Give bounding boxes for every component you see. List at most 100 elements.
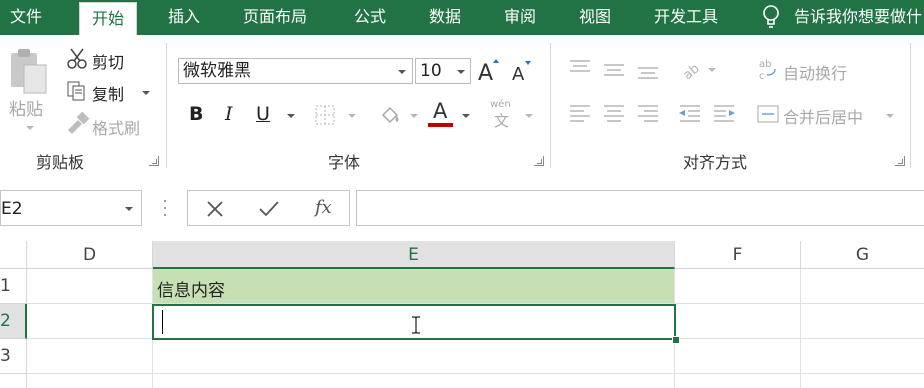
cell-e4[interactable]	[153, 374, 675, 388]
tab-formulas[interactable]: 公式	[354, 0, 386, 35]
tab-developer[interactable]: 开发工具	[654, 0, 718, 35]
column-header-f[interactable]: F	[675, 241, 801, 269]
cell-e1-text: 信息内容	[157, 281, 225, 301]
formula-bar-grip[interactable]	[164, 196, 167, 220]
font-dialog-launcher[interactable]	[534, 156, 544, 166]
svg-text:A: A	[478, 61, 493, 83]
paste-button[interactable]: 粘贴	[9, 95, 43, 120]
font-color-button[interactable]: A	[433, 99, 447, 123]
column-header-d[interactable]: D	[27, 241, 153, 269]
merge-center-button[interactable]: 合并后居中	[783, 104, 863, 128]
lightbulb-icon	[763, 5, 779, 28]
cell-g3[interactable]	[801, 339, 924, 374]
merge-dropdown-caret[interactable]	[886, 114, 894, 118]
wrap-text-button[interactable]: 自动换行	[783, 60, 847, 84]
clipboard-dialog-launcher[interactable]	[149, 156, 159, 166]
font-color-dropdown-caret[interactable]	[462, 114, 470, 118]
format-painter-button[interactable]: 格式刷	[92, 115, 140, 139]
tab-insert[interactable]: 插入	[168, 0, 200, 35]
cut-button[interactable]: 剪切	[92, 49, 124, 73]
column-header-g[interactable]: G	[801, 241, 924, 269]
chevron-down-icon	[457, 70, 465, 74]
cell-f2[interactable]	[675, 304, 801, 339]
italic-button[interactable]: I	[225, 103, 233, 125]
fill-handle[interactable]	[672, 336, 680, 344]
font-size-value: 10	[420, 61, 442, 81]
fill-color-icon[interactable]	[378, 103, 402, 127]
decrease-font-size-icon[interactable]: A	[510, 59, 534, 83]
increase-font-size-icon[interactable]: A	[476, 57, 500, 83]
svg-text:ab: ab	[681, 61, 702, 81]
borders-dropdown-caret[interactable]	[348, 114, 356, 118]
font-group-label: 字体	[328, 153, 361, 172]
worksheet-grid: D E F G 1 2 3 信息内容	[0, 241, 924, 388]
fill-color-dropdown-caret[interactable]	[410, 114, 418, 118]
tab-page-layout[interactable]: 页面布局	[243, 0, 307, 35]
enter-check-icon[interactable]	[258, 200, 280, 218]
cell-g2[interactable]	[801, 304, 924, 339]
i-beam-cursor-icon	[412, 316, 420, 334]
underline-dropdown-caret[interactable]	[287, 114, 295, 118]
cell-d4[interactable]	[27, 374, 153, 388]
font-size-combo[interactable]: 10	[415, 58, 471, 84]
font-color-bar	[428, 123, 453, 127]
clipboard-group-label: 剪贴板	[36, 153, 85, 172]
font-name-value: 微软雅黑	[183, 61, 251, 81]
name-box-value: E2	[1, 199, 23, 219]
svg-text:c: c	[759, 71, 765, 81]
tab-review[interactable]: 审阅	[504, 0, 536, 35]
tab-data[interactable]: 数据	[429, 0, 461, 35]
orientation-dropdown-caret[interactable]	[708, 68, 716, 72]
phonetic-dropdown-caret[interactable]	[525, 114, 533, 118]
cancel-icon[interactable]	[206, 200, 224, 218]
format-painter-icon	[68, 112, 90, 134]
name-box[interactable]: E2	[0, 190, 142, 226]
row-header-4[interactable]	[0, 374, 27, 388]
ribbon-tab-bar: 文件 开始 插入 页面布局 公式 数据 审阅 视图 开发工具 告诉我你想要做什	[0, 0, 924, 35]
row-header-3[interactable]: 3	[0, 339, 27, 374]
cell-e1[interactable]: 信息内容	[153, 269, 675, 304]
alignment-group-label: 对齐方式	[683, 153, 748, 172]
borders-icon[interactable]	[314, 104, 336, 126]
font-name-combo[interactable]: 微软雅黑	[178, 58, 413, 84]
phonetic-button[interactable]: 文	[494, 110, 509, 131]
svg-text:ab: ab	[759, 59, 771, 70]
row-header-2[interactable]: 2	[0, 304, 27, 339]
cell-d3[interactable]	[27, 339, 153, 374]
group-separator	[166, 43, 167, 168]
tell-me-search[interactable]: 告诉我你想要做什	[794, 0, 922, 35]
formula-input[interactable]	[356, 190, 924, 226]
chevron-down-icon	[125, 207, 133, 211]
cell-f1[interactable]	[675, 269, 801, 304]
scissors-icon	[67, 48, 87, 69]
column-header-e[interactable]: E	[153, 241, 675, 269]
cell-e3[interactable]	[153, 339, 675, 374]
merge-center-icon	[757, 105, 779, 123]
svg-text:A: A	[512, 64, 525, 83]
bold-button[interactable]: B	[189, 103, 203, 125]
underline-button[interactable]: U	[256, 103, 270, 125]
cell-g4[interactable]	[801, 374, 924, 388]
formula-buttons: fx	[187, 190, 350, 226]
insert-function-button[interactable]: fx	[315, 197, 332, 218]
clipboard-icon	[11, 49, 47, 94]
copy-button[interactable]: 复制	[92, 81, 124, 105]
cell-g1[interactable]	[801, 269, 924, 304]
copy-dropdown-caret[interactable]	[142, 91, 150, 95]
cell-f4[interactable]	[675, 374, 801, 388]
vertical-align-icons	[570, 60, 658, 79]
tab-file[interactable]: 文件	[10, 0, 42, 35]
cell-d1[interactable]	[27, 269, 153, 304]
tab-view[interactable]: 视图	[579, 0, 611, 35]
group-separator	[910, 43, 911, 168]
row-header-1[interactable]: 1	[0, 269, 27, 304]
cell-d2[interactable]	[27, 304, 153, 339]
text-orientation-icon[interactable]: ab	[680, 59, 702, 81]
phonetic-top: wén	[490, 99, 511, 110]
select-all-corner[interactable]	[0, 241, 27, 269]
alignment-dialog-launcher[interactable]	[895, 156, 905, 166]
active-cell-e2[interactable]	[152, 304, 676, 340]
tab-home[interactable]: 开始	[79, 2, 138, 35]
cell-f3[interactable]	[675, 339, 801, 374]
paste-dropdown-caret[interactable]	[26, 126, 34, 130]
